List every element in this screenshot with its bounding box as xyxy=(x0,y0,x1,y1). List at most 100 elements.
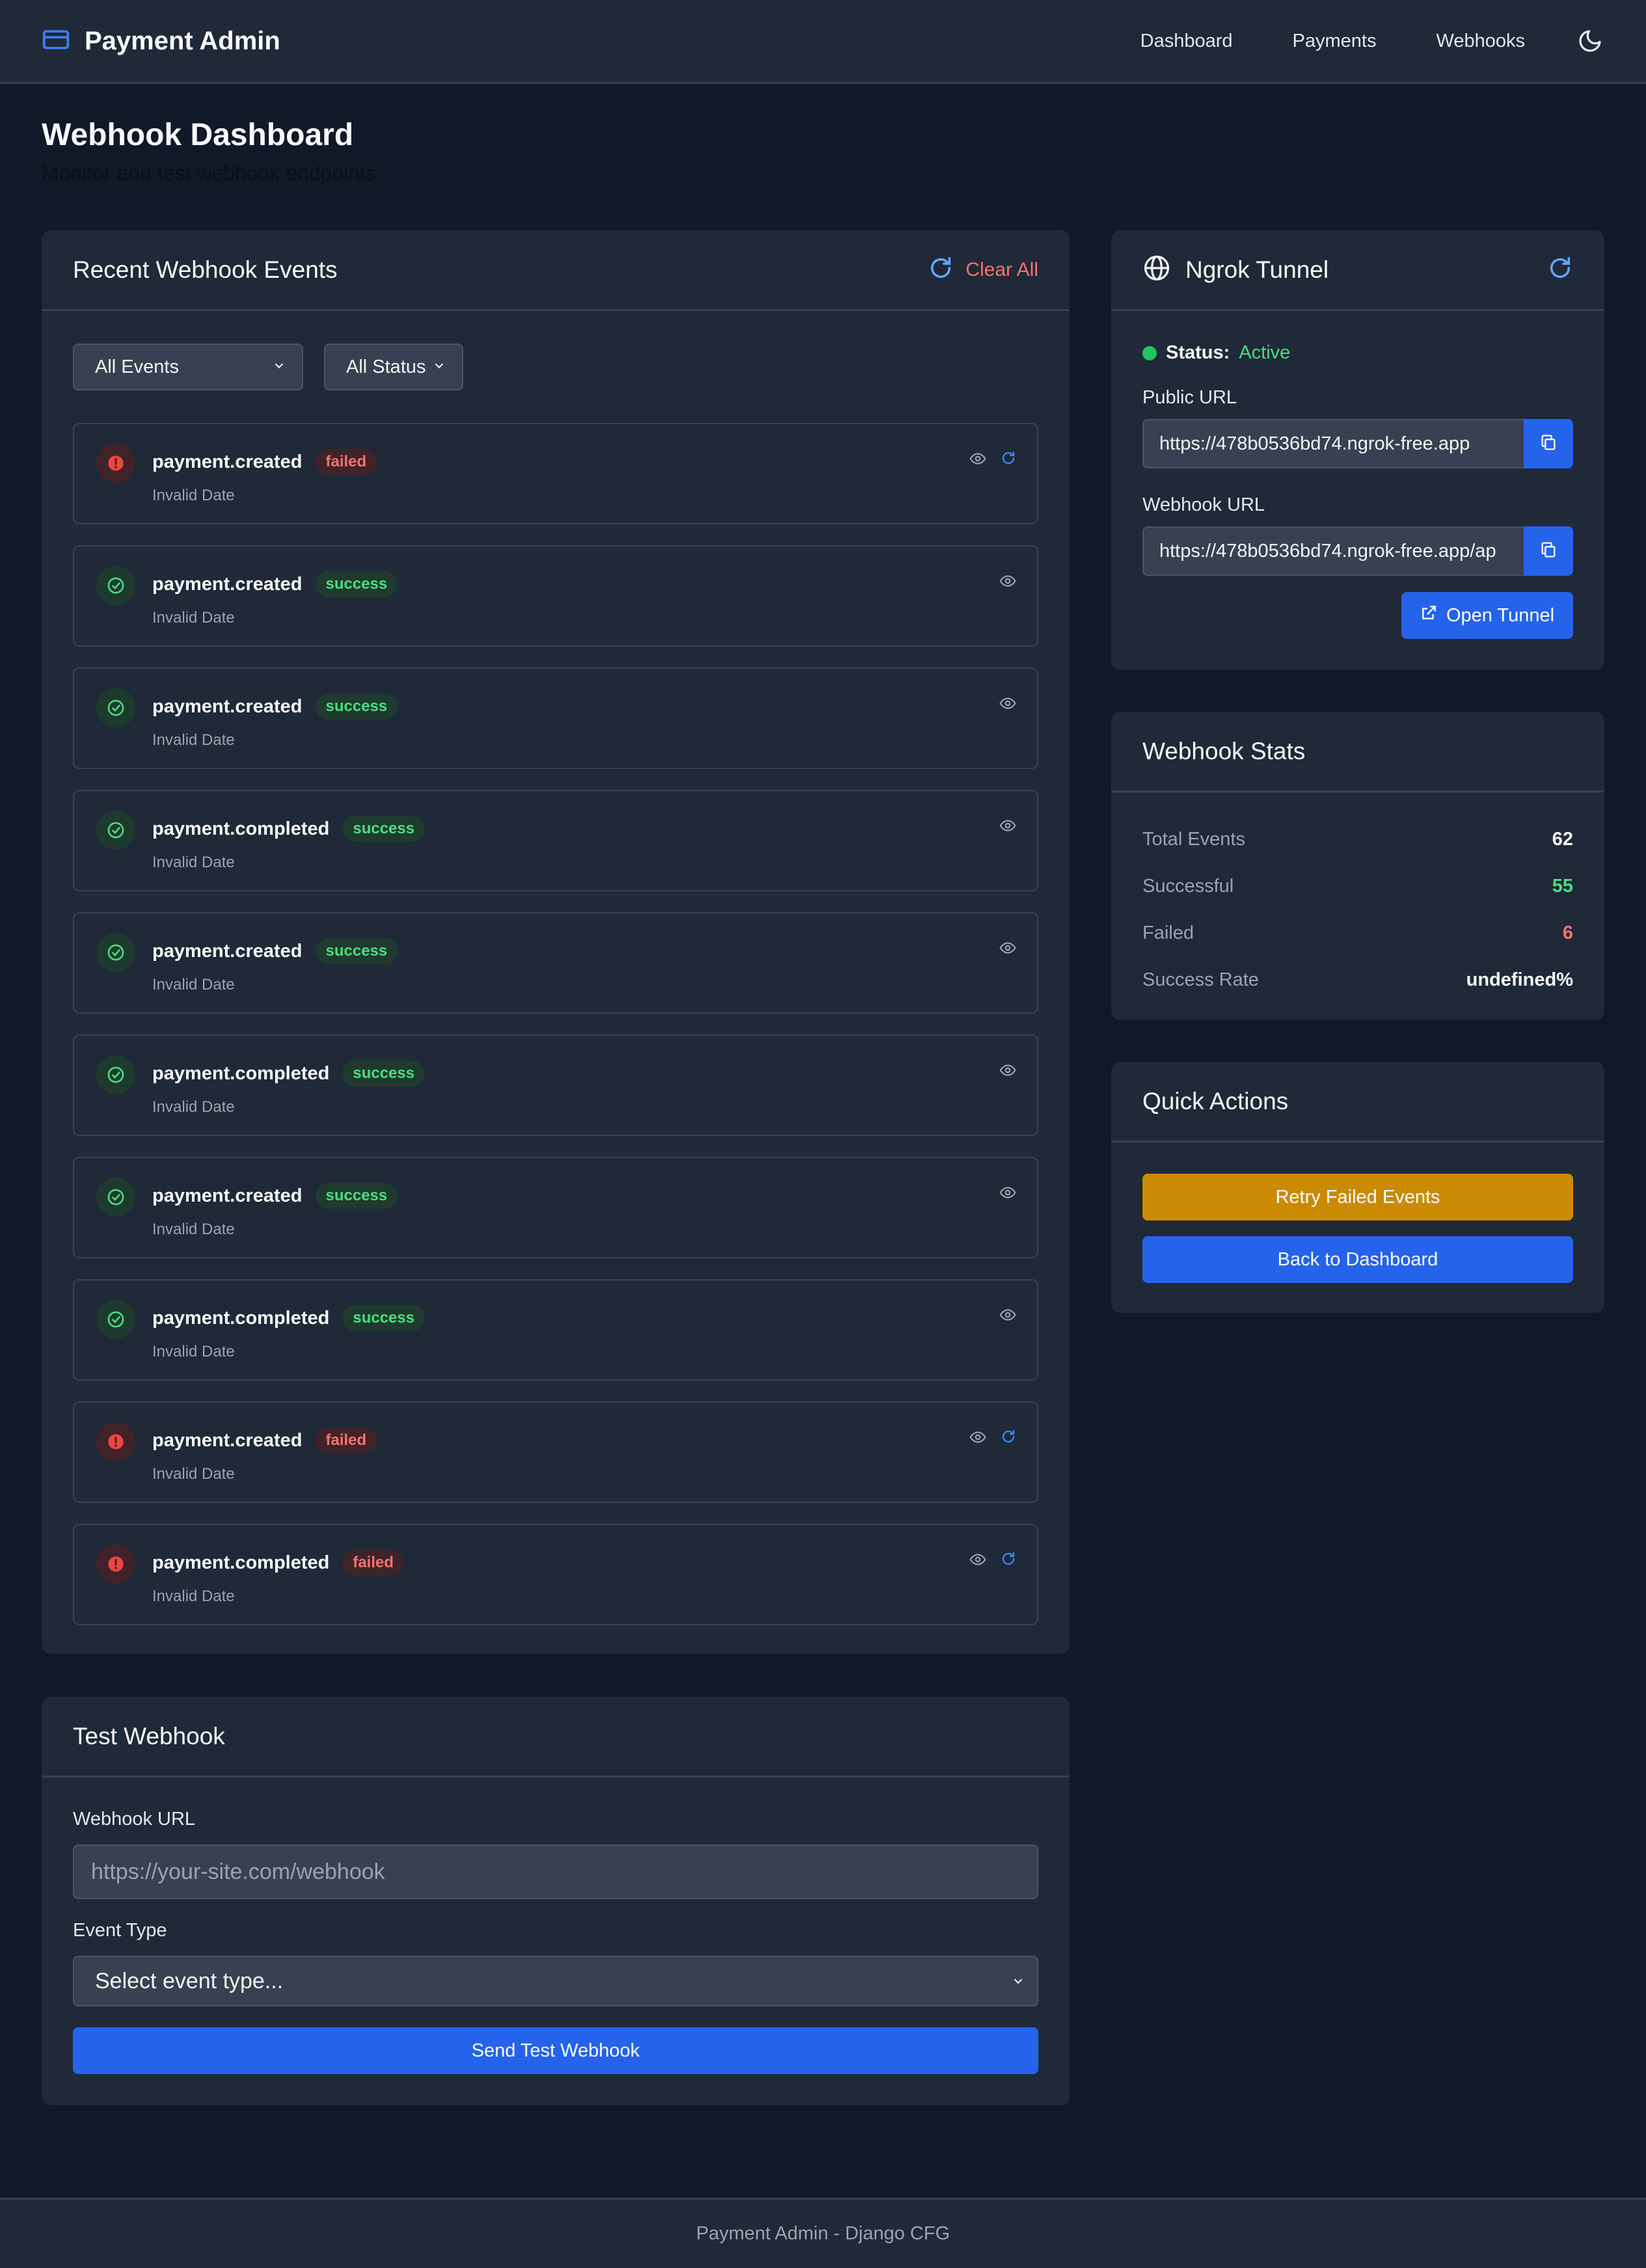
retry-icon[interactable] xyxy=(1001,1551,1016,1571)
ngrok-body: Status: Active Public URL https://478b05… xyxy=(1111,311,1604,633)
quick-actions-card: Quick Actions Retry Failed Events Back t… xyxy=(1111,1062,1604,1313)
copy-icon xyxy=(1539,433,1558,455)
status-badge: failed xyxy=(315,1427,377,1453)
webhook-url-row: https://478b0536bd74.ngrok-free.app/ap xyxy=(1142,526,1573,576)
credit-card-icon xyxy=(42,25,70,57)
event-title: payment.completed success xyxy=(152,1060,425,1087)
back-to-dashboard-button[interactable]: Back to Dashboard xyxy=(1142,1236,1573,1283)
eye-icon[interactable] xyxy=(999,939,1016,960)
copy-webhook-url-button[interactable] xyxy=(1524,526,1573,576)
nav-webhooks[interactable]: Webhooks xyxy=(1437,31,1526,52)
stat-value: undefined% xyxy=(1466,969,1573,990)
eye-icon[interactable] xyxy=(999,1062,1016,1082)
check-circle-icon xyxy=(96,1055,135,1094)
eye-icon[interactable] xyxy=(999,1184,1016,1204)
eye-icon[interactable] xyxy=(969,450,986,470)
webhook-url-input[interactable]: https://478b0536bd74.ngrok-free.app/ap xyxy=(1142,526,1524,576)
eye-icon[interactable] xyxy=(999,817,1016,837)
test-webhook-card: Test Webhook Webhook URL https://your-si… xyxy=(42,1697,1070,2105)
event-title: payment.completed failed xyxy=(152,1550,405,1576)
event-name: payment.created xyxy=(152,573,303,595)
status-label: Status: xyxy=(1166,342,1230,363)
nav-dashboard[interactable]: Dashboard xyxy=(1140,31,1233,52)
footer-text: Payment Admin - Django CFG xyxy=(695,2223,951,2244)
event-list: payment.created failed Invalid Date payment… xyxy=(42,423,1070,1625)
status-badge: success xyxy=(342,816,425,842)
status-value: Active xyxy=(1239,342,1291,363)
stat-value: 6 xyxy=(1562,922,1573,943)
event-date: Invalid Date xyxy=(152,1098,235,1116)
event-date: Invalid Date xyxy=(152,609,235,627)
ngrok-title: Ngrok Tunnel xyxy=(1142,254,1329,286)
stat-success-rate: Success Rate undefined% xyxy=(1142,956,1573,1003)
event-name: payment.completed xyxy=(152,1062,330,1084)
refresh-icon[interactable] xyxy=(1547,255,1573,284)
public-url-row: https://478b0536bd74.ngrok-free.app xyxy=(1142,419,1573,468)
event-actions xyxy=(999,1184,1016,1204)
stat-label: Failed xyxy=(1142,922,1194,943)
moon-icon[interactable] xyxy=(1576,27,1604,55)
nav-payments[interactable]: Payments xyxy=(1293,31,1377,52)
public-url-input[interactable]: https://478b0536bd74.ngrok-free.app xyxy=(1142,419,1524,468)
event-row[interactable]: payment.completed failed Invalid Date xyxy=(73,1524,1038,1625)
card-title: Webhook Stats xyxy=(1142,737,1306,764)
check-circle-icon xyxy=(96,811,135,850)
event-type-select[interactable]: Select event type... xyxy=(73,1956,1038,2006)
eye-icon[interactable] xyxy=(999,1306,1016,1327)
top-navbar: Payment Admin Dashboard Payments Webhook… xyxy=(0,0,1646,84)
event-date: Invalid Date xyxy=(152,487,235,504)
eye-icon[interactable] xyxy=(999,573,1016,593)
event-filter-value: All Events xyxy=(95,356,179,377)
event-title: payment.created success xyxy=(152,694,398,720)
event-date: Invalid Date xyxy=(152,1221,235,1238)
card-title: Test Webhook xyxy=(73,1722,225,1749)
refresh-icon[interactable] xyxy=(928,255,954,284)
event-actions xyxy=(999,573,1016,593)
brand[interactable]: Payment Admin xyxy=(42,25,280,57)
event-actions xyxy=(969,450,1016,470)
event-name: payment.completed xyxy=(152,1552,330,1573)
status-badge: success xyxy=(315,1183,398,1209)
event-row[interactable]: payment.created success Invalid Date xyxy=(73,545,1038,647)
eye-icon[interactable] xyxy=(969,1551,986,1571)
stat-value: 55 xyxy=(1552,875,1573,897)
retry-icon[interactable] xyxy=(1001,450,1016,470)
card-title: Recent Webhook Events xyxy=(73,256,338,283)
event-row[interactable]: payment.completed success Invalid Date xyxy=(73,790,1038,891)
recent-events-card: Recent Webhook Events Clear All All Even… xyxy=(42,230,1070,1654)
copy-public-url-button[interactable] xyxy=(1524,419,1573,468)
event-row[interactable]: payment.created success Invalid Date xyxy=(73,1157,1038,1258)
event-row[interactable]: payment.created success Invalid Date xyxy=(73,912,1038,1014)
webhook-url-input[interactable]: https://your-site.com/webhook xyxy=(73,1844,1038,1899)
stat-label: Total Events xyxy=(1142,828,1245,850)
globe-icon xyxy=(1142,254,1171,286)
retry-icon[interactable] xyxy=(1001,1429,1016,1449)
send-test-webhook-button[interactable]: Send Test Webhook xyxy=(73,2027,1038,2074)
chevron-down-icon xyxy=(272,357,286,378)
clear-all-button[interactable]: Clear All xyxy=(965,259,1038,281)
event-filter-select[interactable]: All Events xyxy=(73,344,303,390)
chevron-down-icon xyxy=(1011,1969,1025,1994)
open-tunnel-button[interactable]: Open Tunnel xyxy=(1401,592,1573,639)
event-date: Invalid Date xyxy=(152,976,235,993)
event-row[interactable]: payment.created success Invalid Date xyxy=(73,668,1038,769)
event-row[interactable]: payment.completed success Invalid Date xyxy=(73,1279,1038,1381)
stat-failed: Failed 6 xyxy=(1142,910,1573,956)
event-actions xyxy=(969,1429,1016,1449)
eye-icon[interactable] xyxy=(969,1429,986,1449)
status-filter-select[interactable]: All Status xyxy=(324,344,463,390)
retry-failed-events-button[interactable]: Retry Failed Events xyxy=(1142,1174,1573,1221)
event-row[interactable]: payment.created failed Invalid Date xyxy=(73,423,1038,524)
event-type-label: Event Type xyxy=(73,1920,167,1941)
event-actions xyxy=(999,695,1016,715)
status-badge: success xyxy=(315,938,398,964)
event-title: payment.created success xyxy=(152,571,398,597)
footer: Payment Admin - Django CFG xyxy=(0,2198,1646,2268)
stat-total-events: Total Events 62 xyxy=(1142,816,1573,863)
webhook-url-label: Webhook URL xyxy=(1142,494,1265,515)
event-name: payment.created xyxy=(152,695,303,717)
eye-icon[interactable] xyxy=(999,695,1016,715)
event-row[interactable]: payment.completed success Invalid Date xyxy=(73,1034,1038,1136)
stat-label: Successful xyxy=(1142,875,1234,897)
event-row[interactable]: payment.created failed Invalid Date xyxy=(73,1401,1038,1503)
